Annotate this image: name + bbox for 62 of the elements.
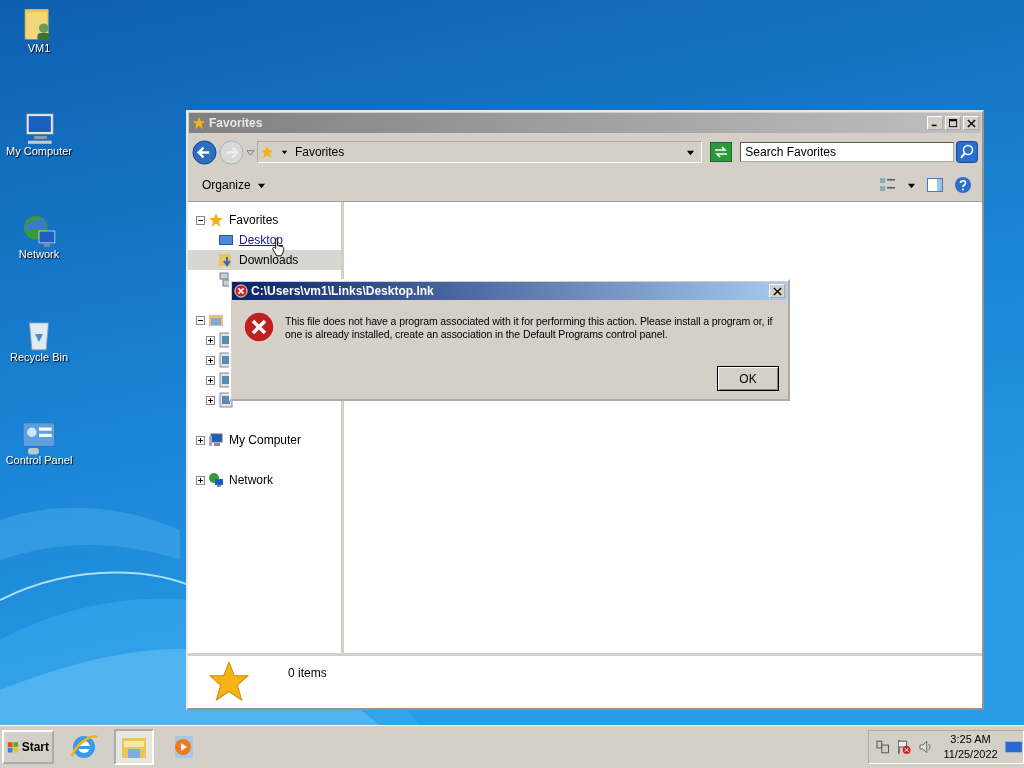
close-icon (772, 286, 782, 296)
expand-icon[interactable] (206, 335, 215, 345)
dialog-title: C:\Users\vm1\Links\Desktop.lnk (251, 284, 434, 298)
close-icon (966, 118, 976, 128)
minimize-button[interactable] (927, 116, 943, 130)
tree-item[interactable]: My Computer (188, 430, 306, 450)
back-button[interactable] (192, 139, 217, 165)
start-button[interactable]: Start (2, 730, 54, 764)
star-icon (208, 660, 250, 702)
desktop-icon-label[interactable]: My Computer (6, 145, 72, 157)
speaker-icon[interactable] (917, 739, 934, 755)
ok-button[interactable]: OK (717, 366, 779, 391)
tree-item[interactable]: Desktop (188, 230, 288, 250)
desktop-icon-label[interactable]: VM1 (27, 42, 51, 54)
close-button[interactable] (963, 116, 979, 130)
help-icon[interactable] (954, 176, 972, 194)
collapse-icon[interactable] (196, 215, 205, 225)
tree-link[interactable]: Desktop (239, 233, 284, 247)
computer-icon (208, 432, 224, 448)
expand-icon[interactable] (196, 435, 205, 445)
item-count: 0 items (288, 666, 327, 680)
desktop-icon-label[interactable]: Network (18, 248, 60, 260)
expand-icon[interactable] (206, 375, 215, 385)
tree-item[interactable]: Network (188, 470, 277, 490)
show-desktop-icon[interactable] (1003, 739, 1023, 755)
tree-label[interactable]: My Computer (229, 433, 302, 447)
tree-label[interactable]: Network (229, 473, 273, 487)
preview-pane-icon[interactable] (926, 176, 944, 194)
library-icon (218, 392, 234, 408)
expand-icon[interactable] (196, 475, 205, 485)
expand-icon[interactable] (206, 355, 215, 365)
tree-item[interactable]: Favorites (188, 210, 283, 230)
tree-label[interactable]: Downloads (239, 253, 299, 267)
expand-icon[interactable] (206, 395, 215, 405)
view-options-icon[interactable] (879, 176, 897, 194)
error-message: This file does not have a program associated with it for performing this action. Please install a program or, if one is already installed, create an association in the Default Programs control panel. (285, 315, 774, 342)
flag-icon[interactable] (896, 739, 912, 755)
monitor-icon (218, 232, 234, 248)
star-icon (259, 145, 274, 159)
network-status-icon[interactable] (875, 739, 891, 755)
desktop-icon-label[interactable]: Control Panel (5, 454, 73, 466)
download-folder-icon (218, 252, 234, 268)
network-icon (208, 472, 224, 488)
maximize-icon (948, 118, 958, 128)
close-button[interactable] (769, 284, 785, 298)
maximize-button[interactable] (945, 116, 961, 130)
address-bar[interactable]: Favorites (256, 141, 703, 163)
tree-item[interactable]: Downloads (188, 250, 341, 270)
four-squares-icon (7, 739, 20, 755)
refresh-button[interactable] (710, 142, 733, 162)
star-icon (208, 212, 224, 228)
search-button[interactable] (956, 141, 978, 163)
error-icon (243, 311, 275, 343)
desktop-icon-label[interactable]: Recycle Bin (9, 351, 69, 363)
organize-button[interactable]: Organize (198, 176, 270, 194)
star-icon (192, 116, 206, 130)
library-folder-icon (208, 312, 224, 328)
tree-label[interactable]: Favorites (229, 213, 279, 227)
search-field[interactable]: Search Favorites (740, 142, 955, 162)
collapse-icon[interactable] (196, 315, 205, 325)
error-icon (234, 284, 248, 298)
window-title: Favorites (209, 116, 263, 130)
